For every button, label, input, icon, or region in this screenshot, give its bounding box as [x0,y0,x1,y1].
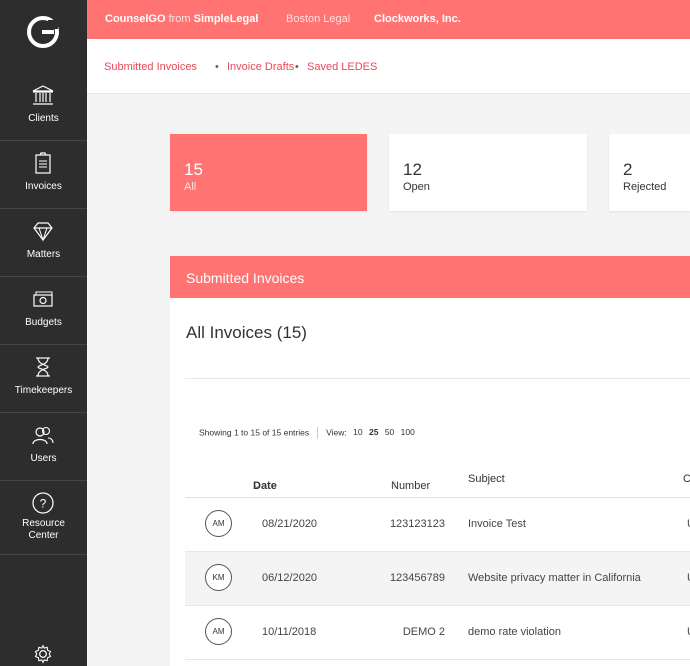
subnav-submitted-invoices[interactable]: Submitted Invoices [104,61,197,73]
subnav-separator: • [295,61,299,73]
gear-icon[interactable] [33,644,53,664]
cell-number: DEMO 2 [402,626,445,638]
subnav-separator: • [215,61,219,73]
cell-subject: demo rate violation [468,626,561,638]
page-size-25[interactable]: 25 [369,427,378,437]
counselgo-logo-icon[interactable] [26,15,60,49]
sidebar: Clients Invoices Matters Budgets Timekee… [0,0,87,666]
stat-label: Rejected [623,181,667,193]
diamond-icon [33,222,53,242]
page-size-100[interactable]: 100 [401,427,415,437]
page-title: All Invoices (15) [186,323,307,342]
entries-info: Showing 1 to 15 of 15 entries View: 10 25… [199,427,415,439]
stat-label: Open [403,181,430,193]
sidebar-item-resource-center[interactable]: ? Resource Center [0,481,87,555]
sidebar-item-clients[interactable]: Clients [0,73,87,141]
cell-date: 06/12/2020 [262,572,318,584]
stat-value: 12 [403,160,422,179]
stat-card-all[interactable]: 15 All [170,134,367,211]
help-icon: ? [32,492,54,514]
svg-text:?: ? [40,497,47,511]
cell-subject: Website privacy matter in California [468,572,641,584]
sidebar-item-label: Resource Center [22,518,65,541]
brand[interactable]: CounselGO from SimpleLegal [105,13,258,25]
divider [317,427,319,439]
column-c[interactable]: C [683,473,690,485]
users-icon [32,426,54,445]
sub-navigation: Submitted Invoices • Invoice Drafts • Sa… [87,39,690,94]
cell-date: 10/11/2018 [262,626,317,638]
cell-date: 08/21/2020 [262,518,318,530]
sidebar-item-users[interactable]: Users [0,413,87,481]
sidebar-item-timekeepers[interactable]: Timekeepers [0,345,87,413]
avatar: KM [205,564,232,591]
bank-icon [32,85,54,105]
table-row[interactable]: KM 06/12/2020 123456789 Website privacy … [185,552,690,606]
sidebar-item-invoices[interactable]: Invoices [0,141,87,209]
clipboard-icon [35,152,51,174]
table-header: ⌄ Date ⇕ Number Subject C [185,466,690,498]
org-switch-boston-legal[interactable]: Boston Legal [286,13,350,25]
divider [185,378,690,379]
stat-card-open[interactable]: 12 Open [389,134,587,211]
cell-number: 123123123 [389,518,445,530]
avatar: AM [205,618,232,645]
subnav-invoice-drafts[interactable]: Invoice Drafts [227,61,294,73]
sidebar-item-budgets[interactable]: Budgets [0,277,87,345]
page-size-50[interactable]: 50 [385,427,394,437]
column-subject[interactable]: Subject [468,473,505,485]
stat-value: 2 [623,160,633,179]
sidebar-item-label: Timekeepers [14,385,73,396]
sidebar-item-label: Budgets [25,317,62,328]
sidebar-item-label: Matters [26,249,61,260]
sidebar-item-label: Invoices [25,181,62,192]
stat-card-rejected[interactable]: 2 Rejected [609,134,690,211]
top-bar: CounselGO from SimpleLegal Boston Legal … [87,0,690,39]
sidebar-item-matters[interactable]: Matters [0,209,87,277]
cell-number: 123456789 [389,572,445,584]
money-icon [33,291,53,307]
sidebar-item-label: Users [30,453,57,464]
stat-value: 15 [184,160,203,179]
sidebar-item-label: Clients [28,113,59,124]
avatar: AM [205,510,232,537]
subnav-saved-ledes[interactable]: Saved LEDES [307,61,377,73]
page-size-10[interactable]: 10 [353,427,362,437]
table-row[interactable]: AM 08/21/2020 123123123 Invoice Test U [185,498,690,552]
hourglass-icon [36,357,50,377]
org-switch-clockworks[interactable]: Clockworks, Inc. [374,13,461,25]
invoices-panel: All Invoices (15) Showing 1 to 15 of 15 … [170,298,690,666]
panel-header: Submitted Invoices [170,256,690,298]
cell-subject: Invoice Test [468,518,526,530]
stat-label: All [184,181,197,193]
table-row[interactable]: AM 10/11/2018 DEMO 2 demo rate violation… [185,606,690,660]
